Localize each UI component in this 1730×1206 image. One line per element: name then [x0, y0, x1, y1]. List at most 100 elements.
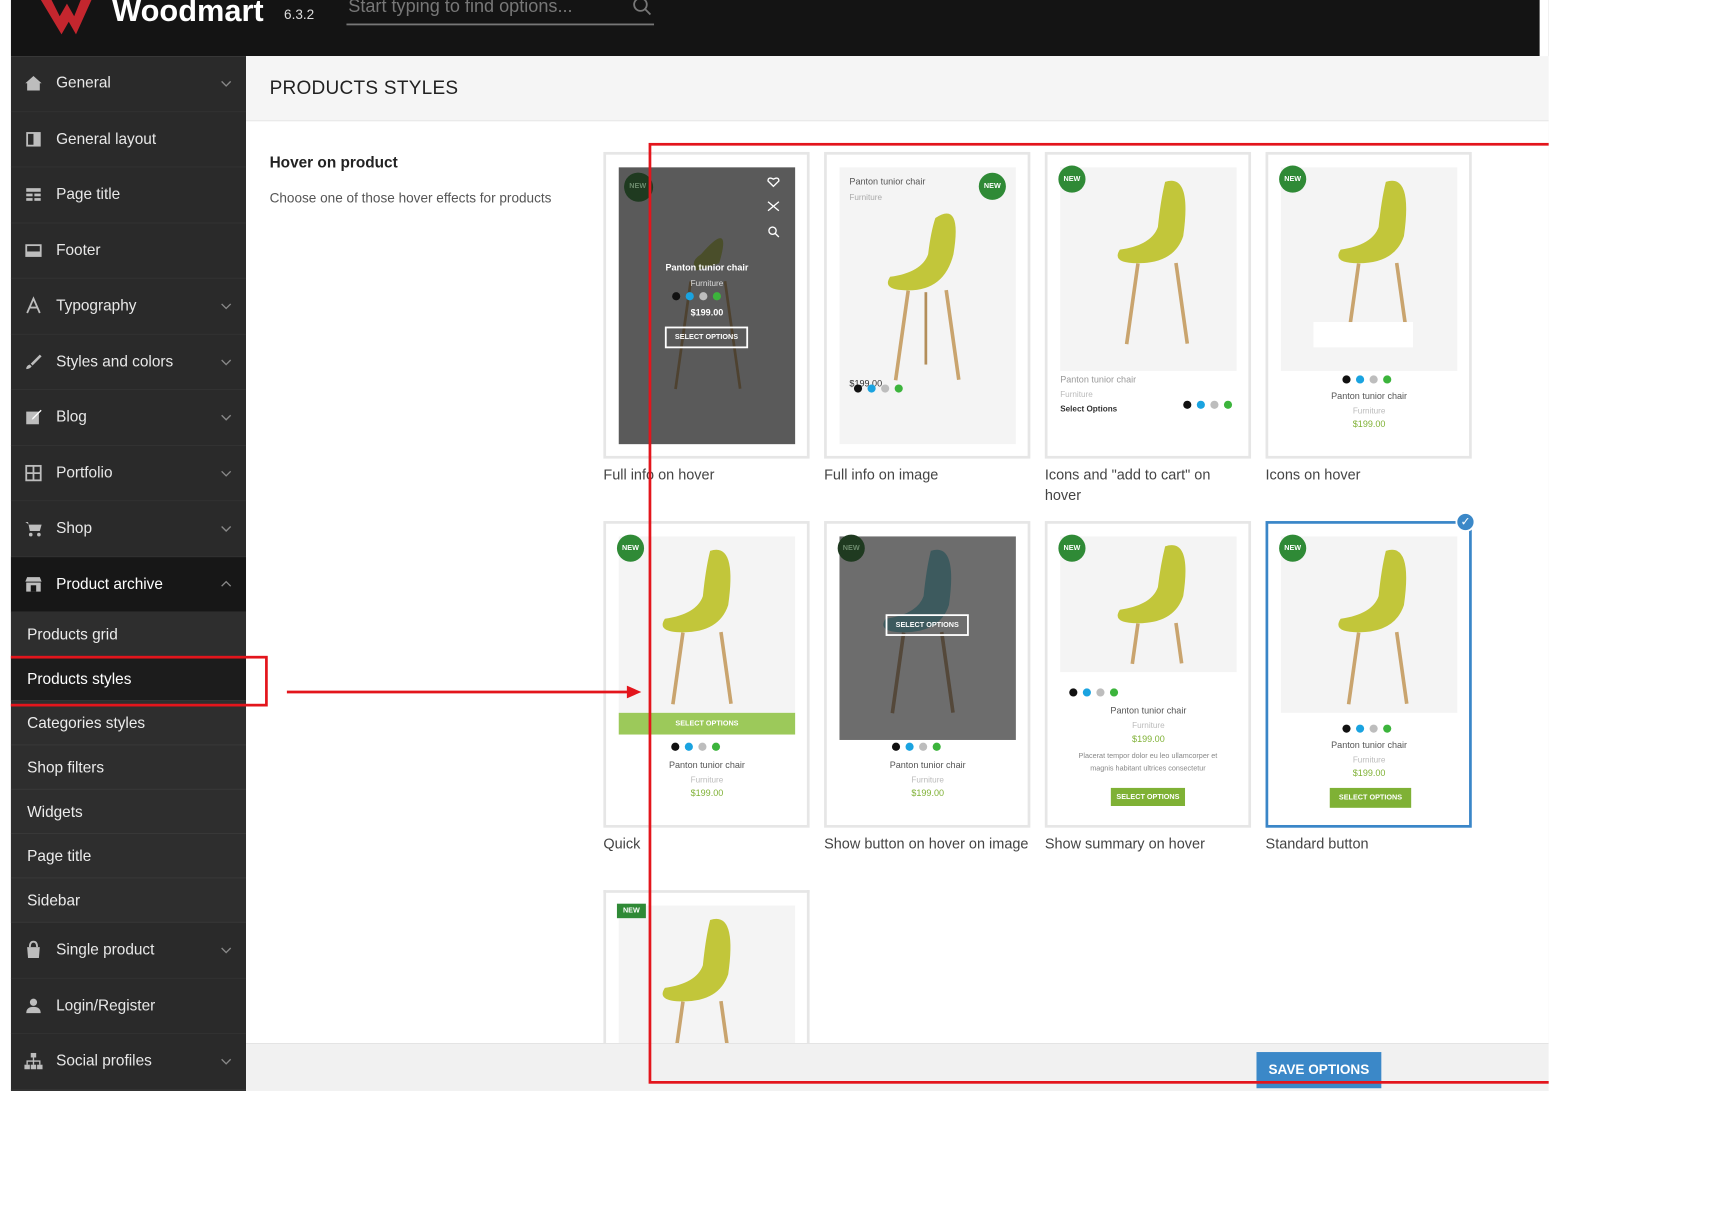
- style-preview-image[interactable]: NEW Panton tunior chair Furniture Select…: [1044, 151, 1252, 459]
- color-swatch[interactable]: [1383, 724, 1392, 733]
- submenu-item-widgets[interactable]: Widgets: [10, 790, 247, 835]
- color-swatch[interactable]: [1109, 688, 1119, 697]
- color-swatch[interactable]: [684, 742, 693, 751]
- style-preview-image[interactable]: NEW SELECT OPTIONS Panton tunior chair F…: [603, 521, 810, 828]
- color-swatch[interactable]: [1196, 400, 1205, 409]
- sidebar-item-typography[interactable]: Typography: [10, 279, 247, 335]
- style-preview-image[interactable]: NEW Panton tunior chair Furniture $199.0…: [603, 151, 810, 459]
- style-preview-image[interactable]: NEW Panton tunior chair Furniture $199.0…: [1265, 521, 1472, 828]
- product-summary: Placerat tempor dolor eu leo ullamcorper…: [1078, 751, 1218, 773]
- color-swatch[interactable]: [1355, 724, 1365, 733]
- color-swatch[interactable]: [853, 384, 863, 393]
- sidebar-item-portfolio[interactable]: Portfolio: [10, 446, 247, 502]
- sidebar-item-login-register[interactable]: Login/Register: [10, 978, 247, 1034]
- new-badge: NEW: [837, 534, 865, 562]
- color-swatch[interactable]: [1183, 400, 1192, 409]
- sidebar-item-label: Typography: [56, 296, 137, 315]
- grid-icon: [25, 464, 42, 482]
- style-preview-image[interactable]: NEW Panton tunior chair Furniture $199.0…: [824, 151, 1031, 459]
- sidebar-item-social-profiles[interactable]: Social profiles: [10, 1034, 247, 1090]
- product-name: Panton tunior chair: [849, 177, 926, 188]
- store-icon: [25, 576, 42, 592]
- sidebar-item-blog[interactable]: Blog: [10, 390, 247, 446]
- select-options-button[interactable]: SELECT OPTIONS: [618, 712, 796, 735]
- selected-check-icon: ✓: [1455, 512, 1476, 532]
- style-caption: Quick: [603, 836, 641, 853]
- sidebar-item-general[interactable]: General: [10, 56, 247, 112]
- option-description: Choose one of those hover effects for pr…: [269, 190, 552, 207]
- color-swatch[interactable]: [712, 292, 721, 301]
- select-options-button[interactable]: SELECT OPTIONS: [885, 614, 969, 636]
- select-options-link[interactable]: Select Options: [1060, 404, 1187, 413]
- submenu-item-categories-styles[interactable]: Categories styles: [10, 701, 247, 746]
- arrow-annotation: [286, 685, 642, 699]
- color-swatch[interactable]: [685, 292, 694, 301]
- color-swatch[interactable]: [1342, 724, 1351, 733]
- chevron-down-icon: [221, 526, 232, 533]
- save-options-button[interactable]: SAVE OPTIONS: [1256, 1052, 1382, 1089]
- product-name: Panton tunior chair: [665, 263, 749, 274]
- sidebar-item-single-product[interactable]: Single product: [10, 923, 247, 979]
- main-panel: PRODUCTS STYLES Hover on product Choose …: [246, 56, 1549, 1091]
- style-caption: Icons on hover: [1265, 467, 1361, 484]
- submenu-item-products-styles[interactable]: Products styles: [10, 656, 247, 702]
- style-preview-image[interactable]: NEW: [603, 890, 810, 1044]
- color-swatch[interactable]: [1369, 724, 1378, 733]
- style-preview-image[interactable]: NEW SELECT OPTIONS Panton tunior chair F…: [824, 521, 1031, 828]
- product-name: Panton tunior chair: [889, 760, 966, 771]
- color-swatch[interactable]: [1369, 375, 1378, 384]
- color-swatch[interactable]: [1210, 400, 1219, 409]
- style-caption: Full info on hover: [603, 467, 715, 484]
- color-swatch[interactable]: [672, 292, 681, 301]
- color-swatch[interactable]: [1096, 688, 1105, 697]
- chair-preview-image: [1060, 536, 1237, 673]
- select-options-button[interactable]: SELECT OPTIONS: [664, 326, 749, 349]
- color-swatch[interactable]: [932, 742, 941, 751]
- product-category: Furniture: [1132, 720, 1165, 731]
- style-preview-image[interactable]: NEW Panton tunior chair Furniture $199.0…: [1265, 151, 1472, 459]
- product-price: $199.00: [1132, 734, 1165, 745]
- color-swatch[interactable]: [891, 742, 901, 751]
- color-swatch[interactable]: [698, 742, 707, 751]
- option-title: Hover on product: [269, 153, 398, 171]
- search-icon[interactable]: [632, 0, 652, 16]
- style-preview-image[interactable]: NEW Panton tunior chair Furniture $199.0…: [1044, 521, 1252, 828]
- page-title: PRODUCTS STYLES: [246, 56, 1549, 122]
- submenu-item-sidebar[interactable]: Sidebar: [10, 878, 247, 923]
- sidebar-item-product-archive[interactable]: Product archive: [10, 556, 247, 613]
- color-swatch[interactable]: [1342, 375, 1351, 384]
- select-options-button[interactable]: SELECT OPTIONS: [1110, 787, 1186, 806]
- sidebar-item-footer[interactable]: Footer: [10, 223, 247, 279]
- color-swatch[interactable]: [905, 742, 914, 751]
- style-caption: Show summary on hover: [1044, 836, 1205, 853]
- sidebar-item-styles-colors[interactable]: Styles and colors: [10, 334, 247, 390]
- color-swatch[interactable]: [711, 742, 721, 751]
- color-swatch[interactable]: [1082, 688, 1091, 697]
- chevron-down-icon: [221, 359, 232, 366]
- scrollbar[interactable]: [1539, 0, 1549, 57]
- search-input[interactable]: Start typing to find options...: [346, 0, 655, 26]
- sidebar-item-label: General: [56, 74, 111, 92]
- color-swatch[interactable]: [671, 742, 680, 751]
- color-swatch[interactable]: [1223, 400, 1233, 409]
- sidebar-item-label: Login/Register: [56, 996, 156, 1014]
- top-bar: Woodmart 6.3.2 Start typing to find opti…: [10, 0, 1549, 57]
- submenu-item-products-grid[interactable]: Products grid: [10, 612, 247, 657]
- chevron-down-icon: [221, 1059, 232, 1065]
- sidebar-item-shop[interactable]: Shop: [10, 501, 247, 557]
- sidebar-item-label: Single product: [56, 941, 155, 959]
- color-swatch[interactable]: [1383, 375, 1392, 384]
- sidebar-item-page-title[interactable]: Page title: [10, 167, 247, 223]
- color-swatch[interactable]: [699, 292, 708, 301]
- color-swatch[interactable]: [881, 384, 890, 393]
- color-swatch[interactable]: [894, 384, 903, 393]
- sidebar-item-general-layout[interactable]: General layout: [10, 112, 247, 168]
- color-swatch[interactable]: [1069, 688, 1078, 697]
- color-swatch[interactable]: [1355, 375, 1365, 384]
- color-swatch[interactable]: [867, 384, 876, 393]
- submenu-item-shop-filters[interactable]: Shop filters: [10, 745, 247, 790]
- submenu-item-page-title[interactable]: Page title: [10, 834, 247, 879]
- product-price: $199.00: [911, 788, 945, 799]
- color-swatch[interactable]: [919, 742, 928, 751]
- select-options-button[interactable]: SELECT OPTIONS: [1329, 787, 1412, 808]
